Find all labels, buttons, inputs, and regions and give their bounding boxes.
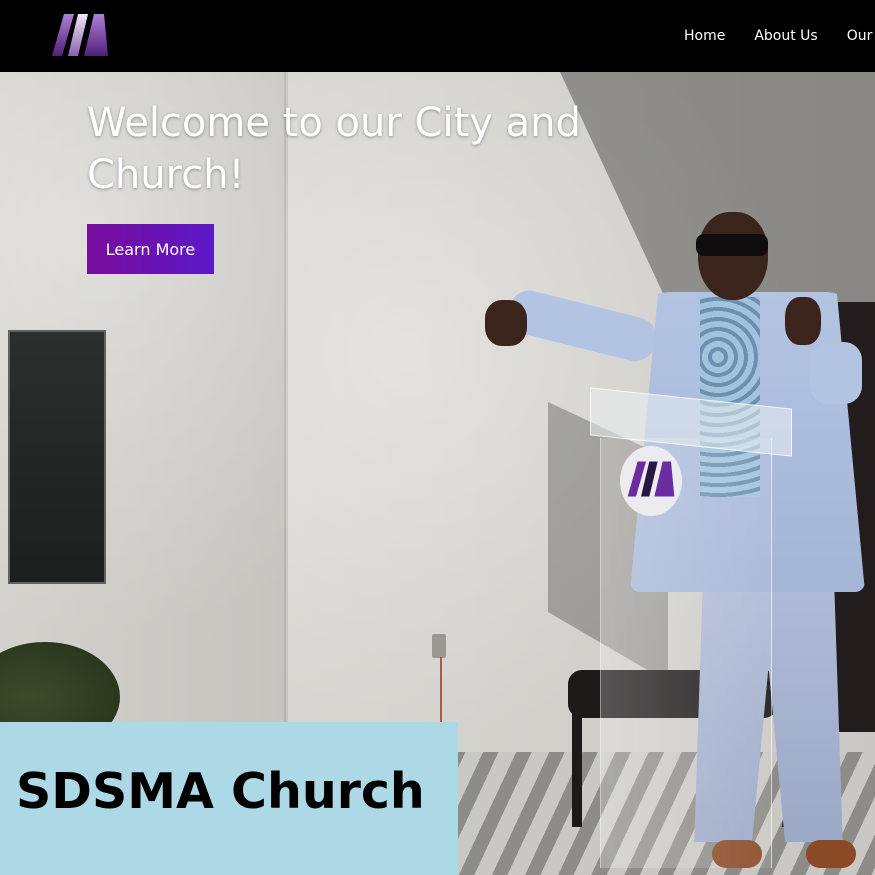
hero-photo-person-arm [810,342,862,404]
page: Home About Us Our Welcome to our City an… [0,0,875,875]
logo-icon[interactable] [50,12,110,58]
podium-logo-icon [620,446,682,516]
top-navigation-bar: Home About Us Our [0,0,875,72]
hero-title: Welcome to our City and Church! [87,100,581,198]
nav-item-about-us[interactable]: About Us [754,28,817,44]
hero-photo-chair-leg [572,712,582,827]
learn-more-button[interactable]: Learn More [87,224,214,274]
hero-photo-outlet [432,634,446,658]
caption-title: SDSMA Church [16,763,425,820]
hero-photo-person-hand [785,297,821,345]
main-menu: Home About Us Our [684,0,875,72]
hero-photo-person-head [698,212,768,300]
hero-photo-shoe [806,840,856,868]
hero-photo-window [8,330,106,584]
hero-photo-sunglasses [696,234,768,256]
caption-panel: SDSMA Church [0,722,458,875]
hero-photo-person-hand [485,300,527,346]
nav-item-our[interactable]: Our [847,28,873,44]
nav-item-home[interactable]: Home [684,28,725,44]
